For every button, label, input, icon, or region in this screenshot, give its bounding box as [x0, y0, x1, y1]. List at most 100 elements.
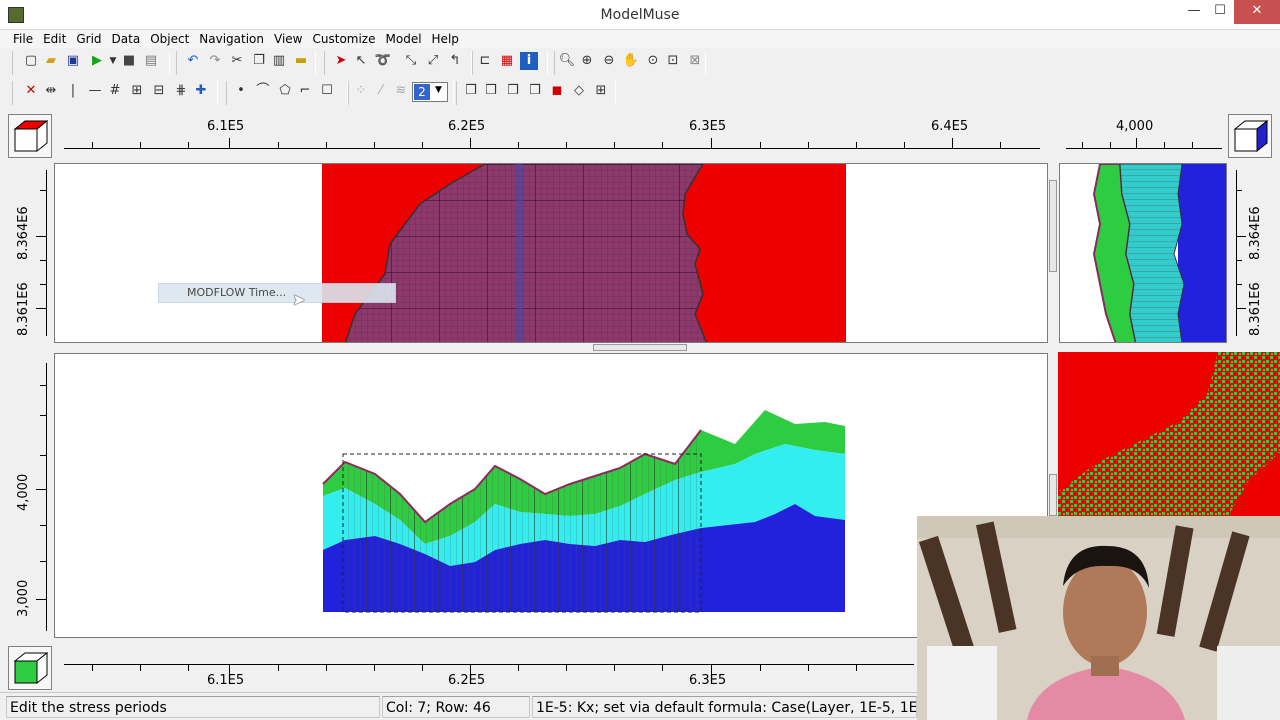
side-view-canvas: [1092, 164, 1226, 342]
measure-icon[interactable]: ▬: [292, 52, 310, 70]
import-icon[interactable]: ▤: [142, 52, 160, 70]
dots-icon[interactable]: ⁘: [352, 82, 370, 100]
y-tick-label: 4,000: [16, 473, 31, 511]
zoom-icon[interactable]: 🔍︎: [558, 52, 576, 70]
front-view-panel[interactable]: [54, 353, 1048, 638]
lasso-icon[interactable]: ➰: [374, 52, 392, 70]
model-3d-view-panel[interactable]: [1058, 352, 1280, 516]
select-point-icon[interactable]: ↖: [352, 52, 370, 70]
ruler-icon[interactable]: ⊏: [476, 52, 494, 70]
menu-data[interactable]: Data: [107, 30, 146, 48]
save-icon[interactable]: ▣: [64, 52, 82, 70]
minimize-button[interactable]: —: [1180, 0, 1208, 24]
insert-vertex-icon[interactable]: ⤢: [424, 52, 442, 70]
cube-top-icon[interactable]: ❒: [462, 82, 480, 100]
rotate-grid-icon[interactable]: ⊞: [128, 82, 146, 100]
grid-icon[interactable]: #: [106, 82, 124, 100]
close-button[interactable]: ✕: [1234, 0, 1280, 24]
layer-selector[interactable]: 2 ▼: [412, 82, 448, 102]
restore-view-icon[interactable]: ⊡: [664, 52, 682, 70]
color-grid-icon[interactable]: ▦: [498, 52, 516, 70]
menu-customize[interactable]: Customize: [308, 30, 381, 48]
horizontal-splitter-handle[interactable]: [593, 344, 687, 351]
info-icon[interactable]: i: [520, 52, 538, 70]
top-view-panel[interactable]: [54, 163, 1048, 343]
pan-icon[interactable]: ✋: [622, 52, 640, 70]
x-tick-label: 6.4E5: [931, 119, 969, 134]
x-tick-label: 6.3E5: [689, 119, 727, 134]
point-object-icon[interactable]: •: [232, 82, 250, 100]
menu-object[interactable]: Object: [145, 30, 194, 48]
webcam-overlay: [917, 516, 1280, 720]
smooth-grid-icon[interactable]: ⊟: [150, 82, 168, 100]
front-view-cube-icon: [13, 651, 49, 685]
menu-help[interactable]: Help: [427, 30, 464, 48]
generate-grid-icon[interactable]: ⋕: [172, 82, 190, 100]
delete-grid-line-icon[interactable]: ✕: [22, 82, 40, 100]
delete-segment-icon[interactable]: ↰: [446, 52, 464, 70]
undo-icon[interactable]: ↶: [184, 52, 202, 70]
front-view-cube-button[interactable]: [8, 646, 52, 690]
zoom-extents-icon[interactable]: ⊙: [644, 52, 662, 70]
next-view-icon[interactable]: ⊠: [686, 52, 704, 70]
side-view-x-ruler: 4,000: [1060, 114, 1226, 152]
x-tick-label: 6.2E5: [448, 673, 486, 688]
menu-navigation[interactable]: Navigation: [194, 30, 269, 48]
add-object-icon[interactable]: ✚: [192, 82, 210, 100]
coarse-grid-columns: [343, 430, 701, 612]
cube-side-icon[interactable]: ❒: [504, 82, 522, 100]
paste-icon[interactable]: ▥: [270, 52, 288, 70]
redo-icon[interactable]: ↷: [206, 52, 224, 70]
front-view-y-ruler: 4,000 3,000: [8, 355, 54, 638]
side-view-panel[interactable]: [1059, 163, 1227, 343]
menu-model[interactable]: Model: [381, 30, 427, 48]
add-horizontal-line-icon[interactable]: —: [86, 82, 104, 100]
layers-icon[interactable]: ≋: [392, 82, 410, 100]
side-view-cube-icon: [1233, 119, 1269, 153]
cube-color-icon[interactable]: ◼: [548, 82, 566, 100]
zoom-in-icon[interactable]: ⊕: [578, 52, 596, 70]
copy-icon[interactable]: ❐: [250, 52, 268, 70]
window-title: ModelMuse: [600, 7, 680, 23]
lines-icon[interactable]: ⁄: [372, 82, 390, 100]
side-view-cube-button[interactable]: [1228, 114, 1272, 158]
chevron-down-icon: ▼: [435, 85, 442, 95]
add-vertical-line-icon[interactable]: |: [64, 82, 82, 100]
menu-grid[interactable]: Grid: [71, 30, 106, 48]
export-icon[interactable]: ■: [120, 52, 138, 70]
context-menu: MODFLOW Time...: [158, 283, 396, 303]
x-tick-label: 6.2E5: [448, 119, 486, 134]
cut-icon[interactable]: ✂: [228, 52, 246, 70]
menu-file[interactable]: File: [8, 30, 38, 48]
menu-item-modflow-time[interactable]: MODFLOW Time...: [187, 286, 286, 299]
top-view-cube-button[interactable]: [8, 114, 52, 158]
x-tick-label: 6.1E5: [207, 673, 245, 688]
x-tick-label: 6.1E5: [207, 119, 245, 134]
select-arrow-icon[interactable]: ➤: [332, 52, 350, 70]
rectangle-object-icon[interactable]: ☐: [318, 82, 336, 100]
menu-bar: File Edit Grid Data Object Navigation View Cust…: [0, 30, 1280, 48]
zoom-out-icon[interactable]: ⊖: [600, 52, 618, 70]
side-view-y-ruler: 8.364E6 8.361E6: [1228, 164, 1274, 342]
maximize-button[interactable]: ☐: [1206, 0, 1234, 24]
straight-line-icon[interactable]: ⌐: [296, 82, 314, 100]
title-bar: ModelMuse — ☐ ✕: [0, 0, 1280, 30]
move-vertex-icon[interactable]: ⤡: [402, 52, 420, 70]
open-folder-icon[interactable]: ▰: [42, 52, 60, 70]
move-grid-line-icon[interactable]: ⇹: [42, 82, 60, 100]
new-file-icon[interactable]: ▢: [22, 52, 40, 70]
menu-edit[interactable]: Edit: [38, 30, 71, 48]
polyline-object-icon[interactable]: ⌒: [254, 82, 272, 100]
shade-icon[interactable]: ◇: [570, 82, 588, 100]
front-view-x-ruler: 6.1E5 6.2E5 6.3E5: [56, 650, 916, 688]
top-view-x-ruler: 6.1E5 6.2E5 6.3E5 6.4E5: [56, 114, 1048, 152]
selected-column: [515, 164, 523, 342]
menu-view[interactable]: View: [269, 30, 307, 48]
polygon-object-icon[interactable]: ⬠: [276, 82, 294, 100]
cube-front-icon[interactable]: ❒: [482, 82, 500, 100]
x-tick-label: 6.3E5: [689, 673, 727, 688]
cross-section-icon[interactable]: ⊞: [592, 82, 610, 100]
vertical-splitter-handle-bottom[interactable]: [1049, 474, 1057, 516]
vertical-splitter-handle[interactable]: [1049, 180, 1057, 272]
cube-outline-icon[interactable]: ❒: [526, 82, 544, 100]
